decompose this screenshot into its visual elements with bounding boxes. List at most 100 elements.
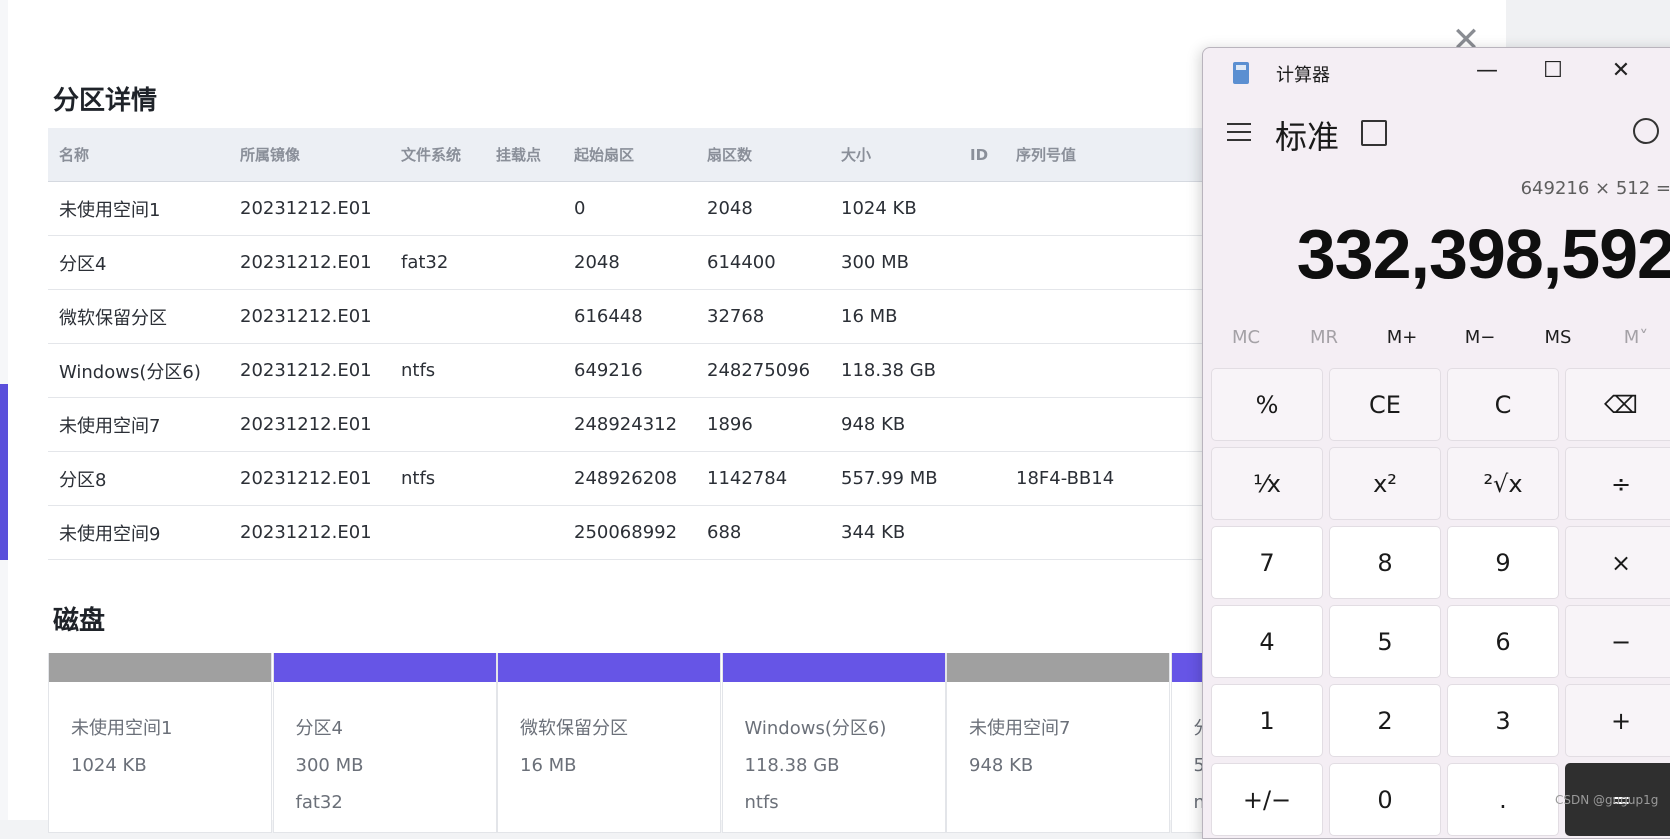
table-cell: 20231212.E01	[229, 397, 390, 452]
disk-segment-fs: ntfs	[744, 792, 779, 813]
key-5-button[interactable]: 5	[1329, 605, 1441, 678]
hamburger-menu-icon[interactable]	[1227, 122, 1251, 142]
disk-section-title: 磁盘	[53, 605, 106, 635]
partition-section-title: 分区详情	[53, 85, 158, 115]
disk-segment[interactable]: 微软保留分区 16 MB	[497, 653, 721, 833]
table-cell: 1896	[696, 397, 830, 452]
key-negate-button[interactable]: +/−	[1211, 763, 1323, 836]
table-cell: 2048	[563, 235, 696, 290]
key-4-button[interactable]: 4	[1211, 605, 1323, 678]
key-multiply-button[interactable]: ×	[1565, 526, 1670, 599]
table-cell	[959, 451, 1005, 506]
table-cell	[390, 397, 485, 452]
key-6-button[interactable]: 6	[1447, 605, 1559, 678]
table-cell	[485, 343, 563, 398]
column-header[interactable]: 文件系统	[390, 128, 485, 182]
table-cell: 948 KB	[830, 397, 959, 452]
background-accent	[0, 384, 8, 560]
key-reciprocal-button[interactable]: ⅟x	[1211, 447, 1323, 520]
table-row[interactable]: Windows(分区6) 20231212.E01 ntfs 649216 248275…	[48, 343, 1328, 398]
disk-segment-name: 分区4	[295, 718, 343, 739]
disk-segment-name: 微软保留分区	[520, 718, 628, 739]
key-backspace-button[interactable]: ⌫	[1565, 368, 1670, 441]
column-header[interactable]: 所属镜像	[229, 128, 390, 182]
minimize-button[interactable]: —	[1467, 56, 1507, 86]
disk-segment-info: 分区4 300 MB fat32	[274, 682, 496, 821]
table-row[interactable]: 未使用空间9 20231212.E01 250068992 688 344 KB	[48, 505, 1328, 560]
table-cell: 248926208	[563, 451, 696, 506]
column-header[interactable]: 名称	[48, 128, 229, 182]
table-cell: 616448	[563, 289, 696, 344]
table-header-row: 名称 所属镜像 文件系统 挂载点 起始扇区 扇区数 大小 ID 序列号值	[48, 128, 1328, 182]
table-cell: 20231212.E01	[229, 451, 390, 506]
key-7-button[interactable]: 7	[1211, 526, 1323, 599]
column-header[interactable]: ID	[959, 128, 1005, 182]
table-cell: 688	[696, 505, 830, 560]
table-row[interactable]: 微软保留分区 20231212.E01 616448 32768 16 MB	[48, 289, 1328, 344]
key-percent-button[interactable]: %	[1211, 368, 1323, 441]
background-app-edge-right	[1506, 0, 1670, 51]
key-0-button[interactable]: 0	[1329, 763, 1441, 836]
key-square-button[interactable]: x²	[1329, 447, 1441, 520]
memory-button[interactable]: MS	[1519, 318, 1597, 358]
memory-buttons-row: MC MR M+ M− MS M˅	[1203, 318, 1670, 358]
key-divide-button[interactable]: ÷	[1565, 447, 1670, 520]
maximize-button[interactable]: ☐	[1533, 56, 1573, 86]
table-cell	[485, 235, 563, 290]
table-cell: 0	[563, 181, 696, 236]
memory-button[interactable]: M+	[1363, 318, 1441, 358]
table-cell: 16 MB	[830, 289, 959, 344]
table-cell: 未使用空间1	[48, 181, 229, 236]
table-cell: 未使用空间7	[48, 397, 229, 452]
key-clear-entry-button[interactable]: CE	[1329, 368, 1441, 441]
disk-segment-size: 948 KB	[969, 755, 1034, 776]
key-square-root-button[interactable]: ²√x	[1447, 447, 1559, 520]
table-row[interactable]: 未使用空间7 20231212.E01 248924312 1896 948 KB	[48, 397, 1328, 452]
table-cell: 1024 KB	[830, 181, 959, 236]
table-row[interactable]: 分区4 20231212.E01 fat32 2048 614400 300 MB	[48, 235, 1328, 290]
table-cell: 20231212.E01	[229, 289, 390, 344]
table-row[interactable]: 未使用空间1 20231212.E01 0 2048 1024 KB	[48, 181, 1328, 236]
history-icon[interactable]	[1633, 118, 1659, 144]
column-header[interactable]: 大小	[830, 128, 959, 182]
memory-button[interactable]: M−	[1441, 318, 1519, 358]
disk-segment-bar	[498, 653, 720, 682]
table-cell	[485, 397, 563, 452]
calculator-mode-title: 标准	[1275, 118, 1340, 156]
disk-segment[interactable]: 未使用空间7 948 KB	[946, 653, 1170, 833]
table-cell	[959, 397, 1005, 452]
disk-segment[interactable]: 未使用空间1 1024 KB	[48, 653, 272, 833]
table-cell: 微软保留分区	[48, 289, 229, 344]
table-cell: 250068992	[563, 505, 696, 560]
key-minus-button[interactable]: −	[1565, 605, 1670, 678]
memory-button[interactable]: M˅	[1597, 318, 1670, 358]
close-button[interactable]: ✕	[1601, 56, 1641, 86]
column-header[interactable]: 挂载点	[485, 128, 563, 182]
key-8-button[interactable]: 8	[1329, 526, 1441, 599]
calculator-titlebar[interactable]: 计算器 — ☐ ✕	[1203, 48, 1670, 96]
key-9-button[interactable]: 9	[1447, 526, 1559, 599]
disk-segment-name: 未使用空间7	[969, 718, 1071, 739]
key-3-button[interactable]: 3	[1447, 684, 1559, 757]
key-1-button[interactable]: 1	[1211, 684, 1323, 757]
calculator-result: 332,398,592	[1296, 215, 1670, 293]
disk-segment-bar	[722, 653, 945, 682]
key-decimal-button[interactable]: .	[1447, 763, 1559, 836]
calculator-expression: 649216 × 512 =	[1520, 178, 1670, 199]
memory-button[interactable]: MC	[1207, 318, 1285, 358]
key-2-button[interactable]: 2	[1329, 684, 1441, 757]
disk-segment[interactable]: 分区4 300 MB fat32	[272, 653, 497, 833]
table-cell	[485, 289, 563, 344]
table-cell: 344 KB	[830, 505, 959, 560]
table-row[interactable]: 分区8 20231212.E01 ntfs 248926208 1142784 557.9…	[48, 451, 1328, 506]
disk-segment[interactable]: Windows(分区6) 118.38 GB ntfs	[721, 653, 946, 833]
key-plus-button[interactable]: +	[1565, 684, 1670, 757]
column-header[interactable]: 起始扇区	[563, 128, 696, 182]
disk-segment-info: 未使用空间1 1024 KB	[49, 682, 271, 784]
keep-on-top-icon[interactable]	[1361, 120, 1387, 146]
table-cell	[959, 181, 1005, 236]
table-cell: 20231212.E01	[229, 343, 390, 398]
column-header[interactable]: 扇区数	[696, 128, 830, 182]
memory-button[interactable]: MR	[1285, 318, 1363, 358]
key-clear-button[interactable]: C	[1447, 368, 1559, 441]
